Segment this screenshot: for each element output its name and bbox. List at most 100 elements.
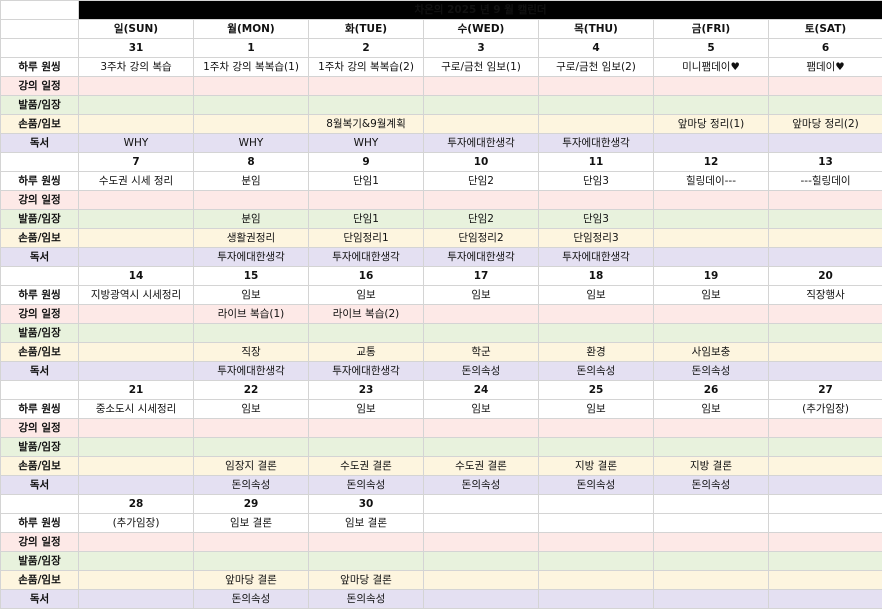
- schedule-cell[interactable]: 돈의속성: [654, 362, 769, 381]
- schedule-cell[interactable]: 임보: [194, 286, 309, 305]
- schedule-cell[interactable]: [654, 229, 769, 248]
- schedule-cell[interactable]: [309, 438, 424, 457]
- date-cell[interactable]: [424, 495, 539, 514]
- schedule-cell[interactable]: 임장지 결론: [194, 457, 309, 476]
- schedule-cell[interactable]: 임보: [424, 286, 539, 305]
- date-cell[interactable]: 17: [424, 267, 539, 286]
- schedule-cell[interactable]: WHY: [79, 134, 194, 153]
- schedule-cell[interactable]: [79, 590, 194, 609]
- schedule-cell[interactable]: [769, 533, 882, 552]
- schedule-cell[interactable]: 앞마당 정리(2): [769, 115, 882, 134]
- schedule-cell[interactable]: 임보 결론: [309, 514, 424, 533]
- schedule-cell[interactable]: 팸데이♥: [769, 58, 882, 77]
- date-cell[interactable]: 13: [769, 153, 882, 172]
- schedule-cell[interactable]: [539, 552, 654, 571]
- schedule-cell[interactable]: 임보: [309, 286, 424, 305]
- schedule-cell[interactable]: 돈의속성: [194, 590, 309, 609]
- date-cell[interactable]: 14: [79, 267, 194, 286]
- schedule-cell[interactable]: [79, 248, 194, 267]
- schedule-cell[interactable]: [309, 533, 424, 552]
- date-cell[interactable]: 8: [194, 153, 309, 172]
- schedule-cell[interactable]: [79, 476, 194, 495]
- schedule-cell[interactable]: [769, 134, 882, 153]
- schedule-cell[interactable]: [194, 96, 309, 115]
- schedule-cell[interactable]: 미니팸데이♥: [654, 58, 769, 77]
- schedule-cell[interactable]: [769, 210, 882, 229]
- schedule-cell[interactable]: 돈의속성: [194, 476, 309, 495]
- schedule-cell[interactable]: [194, 77, 309, 96]
- schedule-cell[interactable]: 임보: [539, 286, 654, 305]
- date-cell[interactable]: 27: [769, 381, 882, 400]
- schedule-cell[interactable]: ---힐링데이: [769, 172, 882, 191]
- schedule-cell[interactable]: 수도권 시세 정리: [79, 172, 194, 191]
- schedule-cell[interactable]: [79, 229, 194, 248]
- schedule-cell[interactable]: [769, 77, 882, 96]
- schedule-cell[interactable]: [309, 191, 424, 210]
- schedule-cell[interactable]: [654, 210, 769, 229]
- schedule-cell[interactable]: [654, 552, 769, 571]
- schedule-cell[interactable]: [654, 305, 769, 324]
- schedule-cell[interactable]: [79, 324, 194, 343]
- schedule-cell[interactable]: 돈의속성: [654, 476, 769, 495]
- schedule-cell[interactable]: [769, 362, 882, 381]
- date-cell[interactable]: 16: [309, 267, 424, 286]
- schedule-cell[interactable]: [194, 419, 309, 438]
- schedule-cell[interactable]: 직장행사: [769, 286, 882, 305]
- schedule-cell[interactable]: [654, 514, 769, 533]
- schedule-cell[interactable]: 단임3: [539, 210, 654, 229]
- schedule-cell[interactable]: [309, 96, 424, 115]
- date-cell[interactable]: 26: [654, 381, 769, 400]
- date-cell[interactable]: [769, 495, 882, 514]
- schedule-cell[interactable]: 단임3: [539, 172, 654, 191]
- schedule-cell[interactable]: 지방 결론: [539, 457, 654, 476]
- schedule-cell[interactable]: [769, 476, 882, 495]
- schedule-cell[interactable]: 투자에대한생각: [309, 362, 424, 381]
- date-cell[interactable]: 22: [194, 381, 309, 400]
- schedule-cell[interactable]: [309, 419, 424, 438]
- date-cell[interactable]: 21: [79, 381, 194, 400]
- schedule-cell[interactable]: 환경: [539, 343, 654, 362]
- schedule-cell[interactable]: [194, 552, 309, 571]
- schedule-cell[interactable]: [79, 191, 194, 210]
- date-cell[interactable]: [654, 495, 769, 514]
- schedule-cell[interactable]: [79, 210, 194, 229]
- schedule-cell[interactable]: 단임1: [309, 210, 424, 229]
- schedule-cell[interactable]: 1주차 강의 복복습(1): [194, 58, 309, 77]
- schedule-cell[interactable]: 임보: [654, 400, 769, 419]
- schedule-cell[interactable]: [769, 438, 882, 457]
- schedule-cell[interactable]: [769, 305, 882, 324]
- schedule-cell[interactable]: [424, 115, 539, 134]
- schedule-cell[interactable]: 중소도시 시세정리: [79, 400, 194, 419]
- date-cell[interactable]: 29: [194, 495, 309, 514]
- schedule-cell[interactable]: [194, 533, 309, 552]
- schedule-cell[interactable]: 돈의속성: [424, 362, 539, 381]
- schedule-cell[interactable]: [79, 96, 194, 115]
- schedule-cell[interactable]: [79, 115, 194, 134]
- date-cell[interactable]: 1: [194, 39, 309, 58]
- schedule-cell[interactable]: [539, 590, 654, 609]
- schedule-cell[interactable]: [769, 324, 882, 343]
- schedule-cell[interactable]: 투자에대한생각: [194, 248, 309, 267]
- schedule-cell[interactable]: [654, 419, 769, 438]
- schedule-cell[interactable]: 투자에대한생각: [194, 362, 309, 381]
- date-cell[interactable]: 15: [194, 267, 309, 286]
- schedule-cell[interactable]: 3주차 강의 복습: [79, 58, 194, 77]
- schedule-cell[interactable]: [654, 96, 769, 115]
- schedule-cell[interactable]: 임보: [654, 286, 769, 305]
- schedule-cell[interactable]: 8월복기&9월계획: [309, 115, 424, 134]
- schedule-cell[interactable]: 돈의속성: [539, 476, 654, 495]
- schedule-cell[interactable]: 임보 결론: [194, 514, 309, 533]
- schedule-cell[interactable]: 지방광역시 시세정리: [79, 286, 194, 305]
- schedule-cell[interactable]: [309, 552, 424, 571]
- schedule-cell[interactable]: 임보: [194, 400, 309, 419]
- schedule-cell[interactable]: [309, 77, 424, 96]
- schedule-cell[interactable]: [79, 343, 194, 362]
- date-cell[interactable]: 12: [654, 153, 769, 172]
- schedule-cell[interactable]: [654, 134, 769, 153]
- schedule-cell[interactable]: [769, 457, 882, 476]
- date-cell[interactable]: 6: [769, 39, 882, 58]
- date-cell[interactable]: 30: [309, 495, 424, 514]
- schedule-cell[interactable]: 지방 결론: [654, 457, 769, 476]
- schedule-cell[interactable]: [424, 514, 539, 533]
- schedule-cell[interactable]: 수도권 결론: [424, 457, 539, 476]
